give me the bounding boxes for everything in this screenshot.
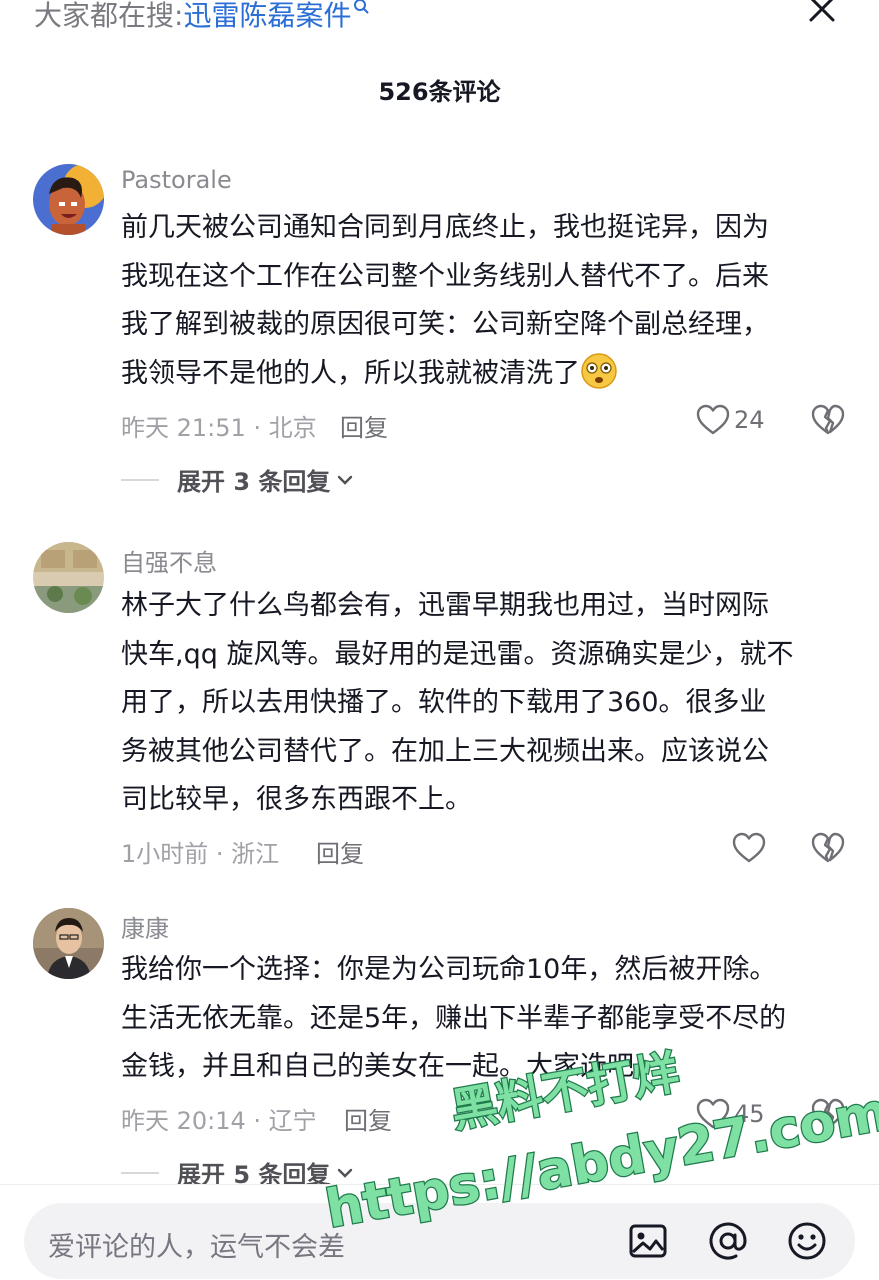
comment-time-location: 昨天 20:14 · 辽宁 bbox=[121, 1107, 317, 1135]
heart-icon bbox=[696, 1098, 730, 1129]
search-hint-prefix: 大家都在搜: bbox=[34, 0, 184, 32]
comment-input[interactable]: 爱评论的人，运气不会差 bbox=[24, 1203, 855, 1279]
top-bar: 大家都在搜:迅雷陈磊案件 bbox=[0, 0, 879, 40]
search-hint-keyword[interactable]: 迅雷陈磊案件 bbox=[183, 0, 351, 32]
comment-line: 我现在这个工作在公司整个业务线别人替代不了。后来 bbox=[121, 260, 769, 292]
like-count: 24 bbox=[734, 406, 765, 434]
like-button[interactable]: 24 bbox=[696, 404, 765, 436]
heart-icon bbox=[732, 832, 766, 863]
at-icon[interactable] bbox=[706, 1219, 750, 1263]
comment-line: 林子大了什么鸟都会有，迅雷早期我也用过，当时网际 bbox=[121, 590, 769, 621]
like-button[interactable] bbox=[732, 832, 766, 864]
comment-line: 我了解到被裁的原因很可笑：公司新空降个副总经理， bbox=[121, 309, 769, 340]
comment-text: 我给你一个选择：你是为公司玩命10年，然后被开除。 生活无依无靠。还是5年，赚出… bbox=[121, 946, 851, 1092]
comment-input-placeholder: 爱评论的人，运气不会差 bbox=[48, 1232, 345, 1263]
comment-text: 前几天被公司通知合同到月底终止，我也挺诧异，因为 我现在这个工作在公司整个业务线… bbox=[121, 204, 851, 398]
broken-heart-icon[interactable] bbox=[811, 1098, 845, 1130]
close-icon[interactable] bbox=[805, 0, 839, 26]
reply-button[interactable]: 回复 bbox=[340, 408, 388, 443]
comment-username[interactable]: 康康 bbox=[121, 909, 169, 944]
image-icon[interactable] bbox=[626, 1219, 670, 1263]
comment-input-bar: 爱评论的人，运气不会差 bbox=[0, 1184, 879, 1280]
avatar-image bbox=[33, 542, 104, 613]
emoji-icon[interactable] bbox=[785, 1219, 829, 1263]
comment-line: 司比较早，很多东西跟不上。 bbox=[121, 784, 472, 815]
comment-line: 快车,qq 旋风等。最好用的是迅雷。资源确实是少，就不 bbox=[121, 638, 794, 670]
comment-line: 用了，所以去用快播了。软件的下载用了360。很多业 bbox=[121, 687, 767, 718]
heart-icon bbox=[696, 404, 730, 435]
search-hint[interactable]: 大家都在搜:迅雷陈磊案件 bbox=[34, 0, 371, 34]
expand-replies-label: 展开 3 条回复 bbox=[177, 468, 331, 496]
reply-button[interactable]: 回复 bbox=[344, 1101, 392, 1136]
divider bbox=[121, 1171, 159, 1174]
comment-text: 林子大了什么鸟都会有，迅雷早期我也用过，当时网际 快车,qq 旋风等。最好用的是… bbox=[121, 582, 851, 825]
avatar-image bbox=[33, 908, 104, 979]
comment-line: 前几天被公司通知合同到月底终止，我也挺诧异，因为 bbox=[121, 212, 769, 243]
comment-line: 金钱，并且和自己的美女在一起。大家选吧 bbox=[121, 1051, 634, 1082]
reply-button[interactable]: 回复 bbox=[316, 834, 364, 869]
comment-time-location: 昨天 21:51 · 北京 bbox=[121, 414, 317, 442]
chevron-down-icon bbox=[338, 1168, 353, 1178]
comment-line: 我领导不是他的人，所以我就被清洗了 bbox=[121, 357, 580, 389]
comment-line: 生活无依无靠。还是5年，赚出下半辈子都能享受不尽的 bbox=[121, 1002, 787, 1034]
chevron-down-icon bbox=[338, 475, 353, 485]
like-button[interactable]: 45 bbox=[696, 1098, 765, 1130]
like-count: 45 bbox=[734, 1100, 765, 1128]
avatar-image bbox=[33, 164, 104, 235]
comment-count-title: 526条评论 bbox=[378, 78, 501, 106]
divider bbox=[121, 478, 159, 481]
avatar[interactable] bbox=[33, 164, 104, 235]
comment-username[interactable]: Pastorale bbox=[121, 166, 232, 194]
broken-heart-icon[interactable] bbox=[811, 832, 845, 864]
comment-line: 我给你一个选择：你是为公司玩命10年，然后被开除。 bbox=[121, 954, 777, 985]
comment-username[interactable]: 自强不息 bbox=[121, 543, 217, 578]
broken-heart-icon[interactable] bbox=[811, 404, 845, 436]
expand-replies-button[interactable]: 展开 3 条回复 bbox=[121, 462, 354, 497]
comment-line: 务被其他公司替代了。在加上三大视频出来。应该说公 bbox=[121, 735, 769, 767]
search-icon bbox=[354, 0, 370, 14]
avatar[interactable] bbox=[33, 908, 104, 979]
dizzy-face-emoji-icon bbox=[581, 352, 617, 389]
comment-time-location: 1小时前 · 浙江 bbox=[121, 840, 280, 868]
avatar[interactable] bbox=[33, 542, 104, 613]
